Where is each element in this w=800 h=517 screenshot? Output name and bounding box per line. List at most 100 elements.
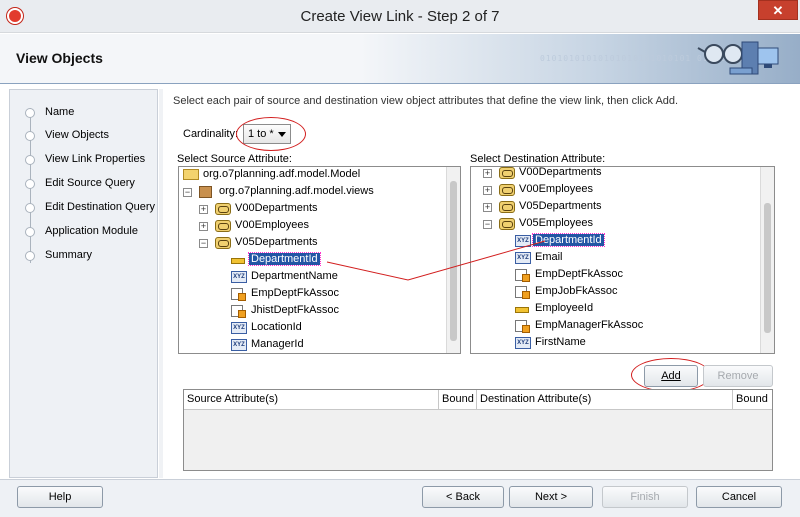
step-todo-icon <box>25 179 35 189</box>
tree-node[interactable]: + V00Employees <box>179 218 439 235</box>
tree-node[interactable]: XYZ FirstName <box>471 335 731 352</box>
tree-node[interactable]: XYZ Email <box>471 250 731 267</box>
tree-node-label: DepartmentId <box>532 233 605 247</box>
key-icon <box>515 307 529 313</box>
step-current-icon <box>25 131 35 141</box>
view-object-icon <box>499 218 515 230</box>
page-title: View Objects <box>16 50 103 66</box>
step-edit-source-query: Edit Source Query <box>10 173 157 195</box>
tree-node-label: ManagerId <box>251 338 304 350</box>
scrollbar-thumb[interactable] <box>764 203 771 333</box>
tree-node[interactable]: − V05Employees <box>471 216 731 233</box>
tree-node-label: V05Employees <box>519 217 593 229</box>
finish-button[interactable]: Finish <box>602 486 688 508</box>
tree-node-label: JhistDeptFkAssoc <box>251 304 340 316</box>
tree-node[interactable]: − V05Departments <box>179 235 439 252</box>
folder-icon <box>183 169 199 180</box>
table-header-destination-bound: Bound <box>733 390 772 410</box>
association-icon <box>515 320 530 333</box>
tree-node[interactable]: + V05Departments <box>471 199 731 216</box>
collapse-icon[interactable]: − <box>483 220 492 229</box>
tree-node-label: org.o7planning.adf.model.views <box>219 185 374 197</box>
expand-icon[interactable]: + <box>483 169 492 178</box>
tree-node[interactable]: + V00Departments <box>179 201 439 218</box>
attribute-icon: XYZ <box>231 271 247 283</box>
tree-node[interactable]: XYZ DepartmentName <box>179 269 439 286</box>
tree-node-label: V00Departments <box>519 166 602 178</box>
destination-attribute-label: Select Destination Attribute: <box>470 153 606 165</box>
header-art: 01010101010101010101010101 010101010101 <box>520 34 800 84</box>
step-view-objects[interactable]: View Objects <box>10 125 157 147</box>
tree-node[interactable]: EmpJobFkAssoc <box>471 284 731 301</box>
tree-node-label: DepartmentId <box>248 252 321 266</box>
cancel-button[interactable]: Cancel <box>696 486 782 508</box>
tree-node-label: V05Departments <box>519 200 602 212</box>
tree-node-label: EmpDeptFkAssoc <box>535 268 624 280</box>
association-icon <box>231 288 246 301</box>
tree-node[interactable]: JhistDeptFkAssoc <box>179 303 439 320</box>
tree-node-label: EmpJobFkAssoc <box>535 285 618 297</box>
tree-node[interactable]: − org.o7planning.adf.model.views <box>179 184 439 201</box>
tree-node[interactable]: XYZ ManagerId <box>179 337 439 353</box>
back-button[interactable]: < Back <box>422 486 504 508</box>
attribute-icon: XYZ <box>515 235 531 247</box>
tree-node[interactable]: EmpDeptFkAssoc <box>471 267 731 284</box>
step-label: View Link Properties <box>45 153 146 165</box>
remove-button[interactable]: Remove <box>703 365 773 387</box>
instruction-text: Select each pair of source and destinati… <box>173 95 679 107</box>
step-label: Application Module <box>45 225 138 237</box>
next-button-label: Next > <box>534 491 568 503</box>
collapse-icon[interactable]: − <box>199 239 208 248</box>
step-label: Edit Source Query <box>45 177 135 189</box>
panel-splitter[interactable] <box>159 89 163 478</box>
destination-attribute-tree[interactable]: XYZ FirstName EmpManagerFkAssoc EmployeeId E… <box>470 166 775 354</box>
next-button[interactable]: Next > <box>509 486 593 508</box>
tree-node[interactable]: + V00Employees <box>471 182 731 199</box>
attribute-icon: XYZ <box>515 252 531 264</box>
tree-node[interactable]: EmployeeId <box>471 301 731 318</box>
source-tree-scrollbar[interactable] <box>446 167 460 353</box>
view-object-icon <box>499 167 515 179</box>
close-button[interactable]: ✕ <box>758 0 798 20</box>
tree-node[interactable]: org.o7planning.adf.model.Model <box>179 167 439 184</box>
tree-node-label: EmpDeptFkAssoc <box>251 287 340 299</box>
attribute-icon: XYZ <box>231 339 247 351</box>
tree-node[interactable]: + V00Departments <box>471 166 731 182</box>
scrollbar-thumb[interactable] <box>450 181 457 341</box>
step-label: Summary <box>45 249 93 261</box>
view-object-icon <box>215 237 231 249</box>
tree-node[interactable]: EmpManagerFkAssoc <box>471 318 731 335</box>
help-button[interactable]: Help <box>17 486 103 508</box>
step-todo-icon <box>25 227 35 237</box>
association-icon <box>515 286 530 299</box>
step-edit-destination-query: Edit Destination Query <box>10 197 157 219</box>
tree-node[interactable]: EmpDeptFkAssoc <box>179 286 439 303</box>
tree-node-label: V00Employees <box>519 183 593 195</box>
table-header-destination: Destination Attribute(s) <box>477 390 733 410</box>
cancel-button-label: Cancel <box>721 491 757 503</box>
tree-node[interactable]: XYZ DepartmentId <box>471 233 731 250</box>
destination-tree-scrollbar[interactable] <box>760 167 774 353</box>
attribute-icon: XYZ <box>515 337 531 349</box>
expand-icon[interactable]: + <box>483 186 492 195</box>
step-name[interactable]: Name <box>10 102 157 124</box>
view-object-icon <box>499 184 515 196</box>
tree-node[interactable]: DepartmentId <box>179 252 439 269</box>
key-icon <box>231 258 245 264</box>
source-attribute-tree[interactable]: XYZ ManagerId XYZ LocationId JhistDeptFkAsso… <box>178 166 461 354</box>
view-object-icon <box>215 203 231 215</box>
expand-icon[interactable]: + <box>199 222 208 231</box>
step-label: View Objects <box>45 129 109 141</box>
tree-node[interactable]: XYZ LocationId <box>179 320 439 337</box>
tree-node-label: V00Departments <box>235 202 318 214</box>
association-icon <box>231 305 246 318</box>
expand-icon[interactable]: + <box>199 205 208 214</box>
view-object-icon <box>499 201 515 213</box>
collapse-icon[interactable]: − <box>183 188 192 197</box>
expand-icon[interactable]: + <box>483 203 492 212</box>
glasses-monitor-icon <box>697 41 779 75</box>
attribute-icon: XYZ <box>231 322 247 334</box>
source-attribute-label: Select Source Attribute: <box>177 153 292 165</box>
tree-node-label: Email <box>535 251 563 263</box>
step-view-link-properties[interactable]: View Link Properties <box>10 149 157 171</box>
